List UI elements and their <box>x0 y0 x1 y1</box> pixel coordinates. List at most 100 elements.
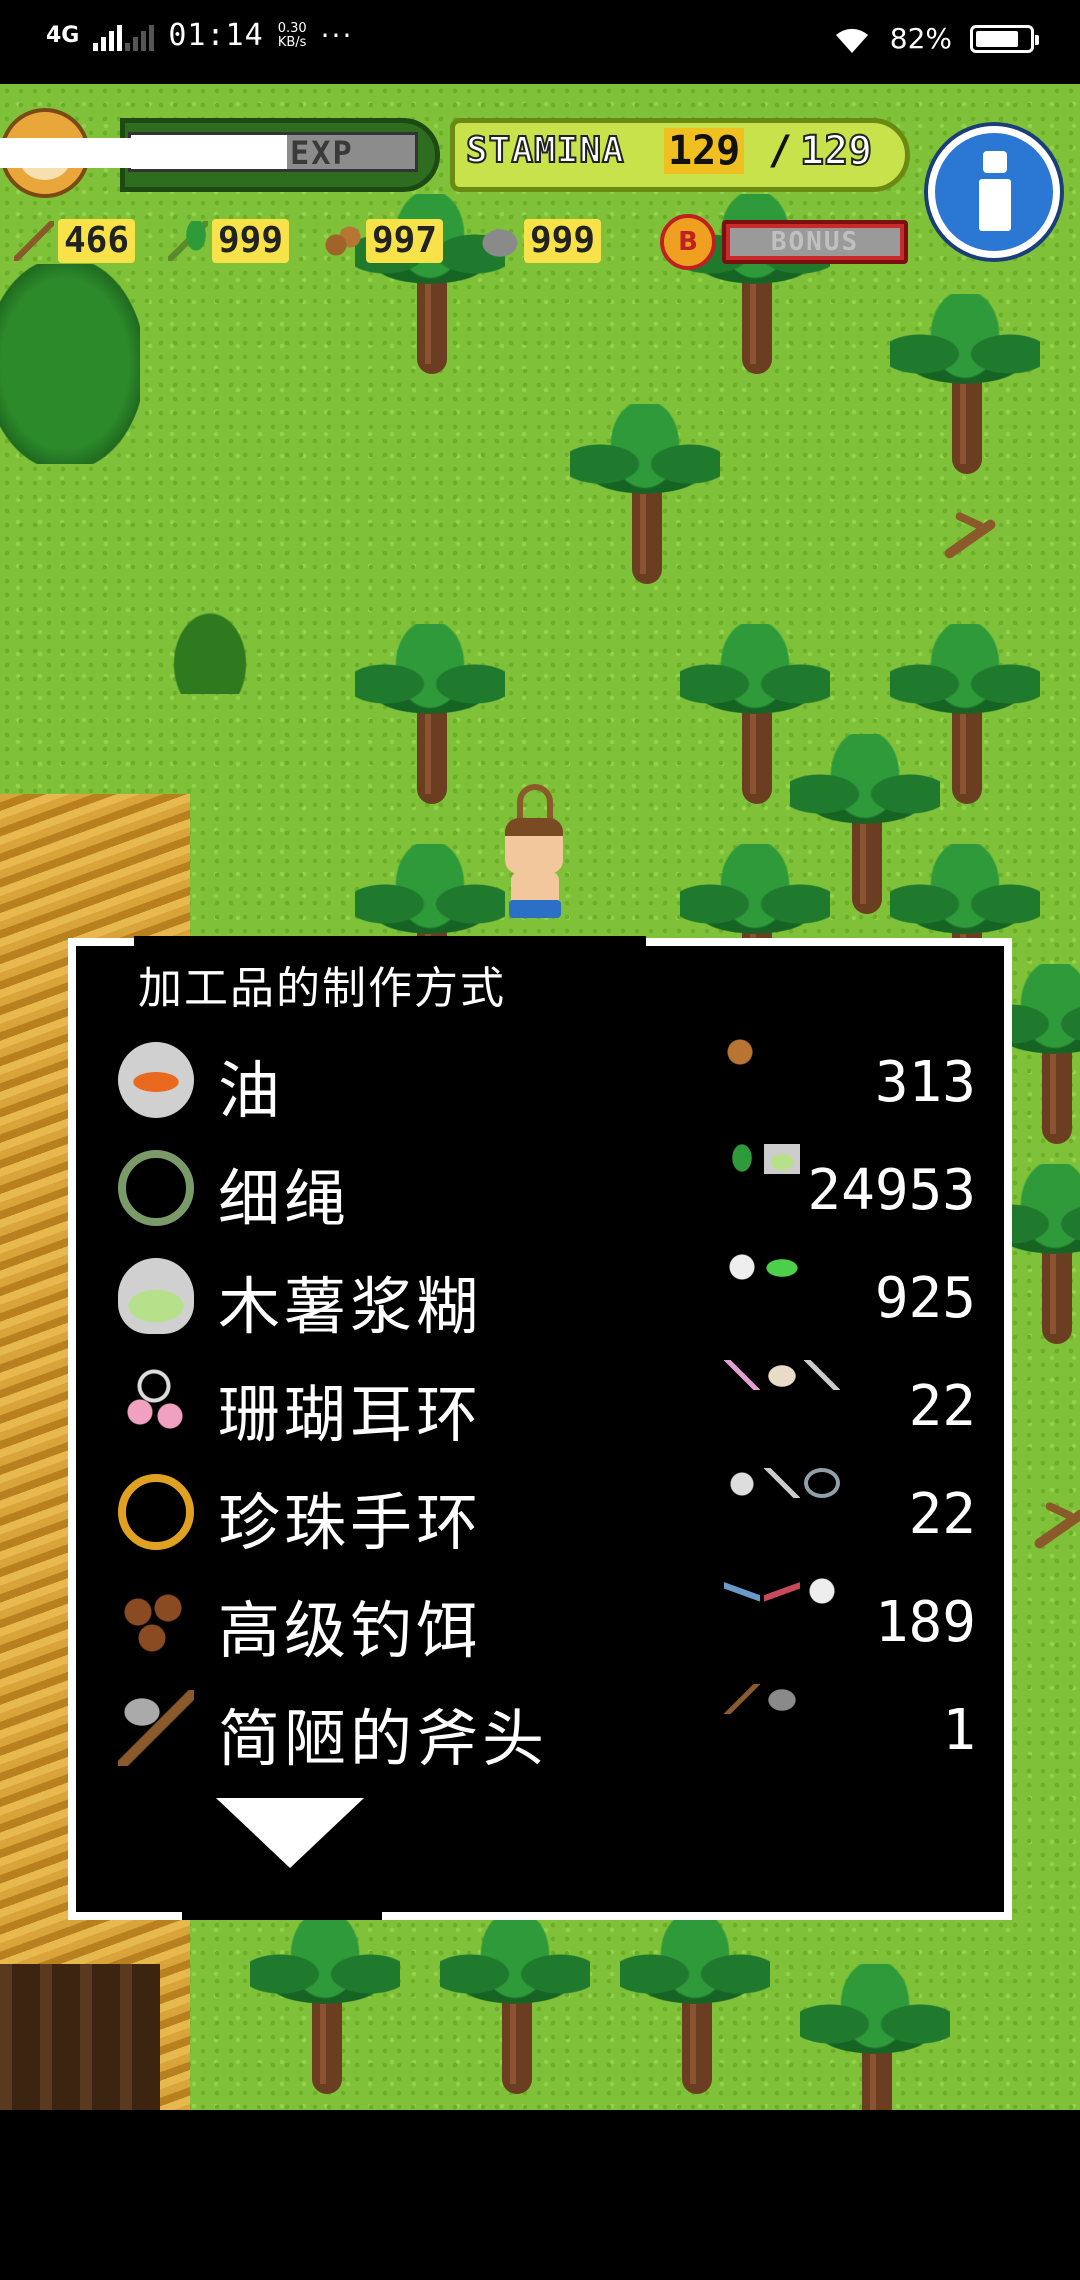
green-paste-icon <box>764 1252 800 1282</box>
battery-icon <box>970 24 1039 53</box>
recipe-materials <box>724 1468 884 1508</box>
resource-branch-count: 466 <box>58 219 136 263</box>
recipe-coral-earring[interactable]: 珊瑚耳环 22 <box>76 1350 1004 1458</box>
network-type: 4G <box>46 22 80 48</box>
palm-tree[interactable] <box>250 1914 400 2104</box>
earring-icon <box>118 1366 194 1442</box>
palm-tree[interactable] <box>620 1914 770 2104</box>
fishbone-icon <box>804 1360 840 1390</box>
battery-percent: 82% <box>889 22 952 55</box>
recipe-materials <box>724 1252 884 1292</box>
flower-icon <box>724 1252 760 1282</box>
recipe-count: 22 <box>908 1374 976 1439</box>
navigation-bar <box>0 2110 1080 2280</box>
rope-icon <box>118 1150 194 1226</box>
info-button[interactable] <box>928 126 1060 258</box>
recipe-count: 1 <box>942 1698 976 1763</box>
bonus-label: BONUS <box>730 228 900 256</box>
stamina-separator: / <box>768 128 793 174</box>
crafting-recipes-panel: 加工品的制作方式 油 313 细绳 24953 木薯浆糊 925 珊瑚耳环 22… <box>68 936 1012 1920</box>
oil-icon <box>118 1042 194 1118</box>
grass-tuft[interactable] <box>160 594 260 694</box>
recipe-cassava-paste[interactable]: 木薯浆糊 925 <box>76 1242 1004 1350</box>
palm-tree[interactable] <box>570 404 720 594</box>
status-bar: 4G 01:14 0.30 KB/s ··· 82% <box>0 0 1080 84</box>
recipe-premium-bait[interactable]: 高级钓饵 189 <box>76 1566 1004 1674</box>
more-notifications-icon: ··· <box>320 19 354 52</box>
sprout-icon <box>168 221 208 261</box>
recipe-materials <box>724 1360 884 1400</box>
bowl-icon <box>764 1144 800 1174</box>
recipe-crude-axe[interactable]: 简陋的斧头 1 <box>76 1674 1004 1782</box>
recipe-pearl-bracelet[interactable]: 珍珠手环 22 <box>76 1458 1004 1566</box>
resource-stone: 999 <box>480 216 602 266</box>
branch-icon <box>724 1684 760 1714</box>
palm-tree[interactable] <box>440 1914 590 2104</box>
bonus-coin-icon: B <box>660 214 716 270</box>
worm-icon <box>724 1576 760 1606</box>
panel-border-gap <box>182 1912 382 1920</box>
resource-nuts-count: 997 <box>366 219 444 263</box>
panel-title: 加工品的制作方式 <box>138 963 506 1014</box>
recipe-materials <box>724 1684 884 1724</box>
sprout-icon <box>724 1144 760 1174</box>
bait-icon <box>118 1582 194 1658</box>
panel-title-gap <box>134 936 646 950</box>
recipe-count: 313 <box>874 1050 976 1115</box>
branch-pickup[interactable] <box>942 517 998 561</box>
flower-icon <box>804 1576 840 1606</box>
recipe-oil[interactable]: 油 313 <box>76 1026 1004 1134</box>
bonus-button[interactable]: B BONUS <box>660 214 910 270</box>
branch-icon <box>14 221 54 261</box>
info-icon <box>983 151 1007 173</box>
network-speed-unit: KB/s <box>277 34 307 50</box>
level-label-highlight <box>0 138 250 168</box>
recipe-count: 24953 <box>807 1158 976 1223</box>
resource-sprout: 999 <box>168 216 290 266</box>
clock: 01:14 <box>168 18 264 53</box>
recipe-name: 简陋的斧头 <box>218 1702 549 1775</box>
scroll-down-arrow-icon[interactable] <box>216 1798 364 1868</box>
axe-icon <box>118 1690 194 1766</box>
battery-level <box>976 30 1018 47</box>
palm-tree[interactable] <box>800 1964 950 2110</box>
info-icon-stem <box>979 179 1011 231</box>
recipe-rope[interactable]: 细绳 24953 <box>76 1134 1004 1242</box>
recipe-materials <box>724 1576 884 1616</box>
signal-icon <box>93 21 155 51</box>
hook-icon <box>804 1468 840 1498</box>
shell-icon <box>764 1360 800 1390</box>
player-character[interactable] <box>495 784 575 924</box>
coral-icon <box>724 1360 760 1390</box>
resource-sprout-count: 999 <box>212 219 290 263</box>
palm-tree[interactable] <box>890 294 1040 484</box>
resource-branch: 466 <box>14 216 136 266</box>
bracelet-icon <box>118 1474 194 1550</box>
nut-icon <box>724 1036 760 1066</box>
recipe-count: 925 <box>874 1266 976 1331</box>
recipe-list[interactable]: 油 313 细绳 24953 木薯浆糊 925 珊瑚耳环 22 珍珠手环 22 … <box>76 1026 1004 1782</box>
resource-nuts: 997 <box>322 216 444 266</box>
hut-wall <box>0 1964 160 2110</box>
recipe-materials <box>724 1036 884 1076</box>
stamina-label: STAMINA <box>465 129 625 172</box>
palm-tree[interactable] <box>355 624 505 814</box>
recipe-name: 细绳 <box>218 1162 351 1235</box>
branch-pickup[interactable] <box>1032 1507 1080 1551</box>
stamina-max: 129 <box>799 127 873 175</box>
recipe-name: 木薯浆糊 <box>218 1270 483 1343</box>
stamina-current: 129 <box>664 128 745 174</box>
recipe-name: 珍珠手环 <box>218 1486 483 1559</box>
recipe-name: 油 <box>218 1054 285 1127</box>
pearl-icon <box>724 1468 760 1498</box>
nuts-icon <box>322 221 362 261</box>
red-worm-icon <box>764 1576 800 1606</box>
stone-icon <box>480 221 520 261</box>
network-speed: 0.30 KB/s <box>277 21 307 50</box>
recipe-count: 22 <box>908 1482 976 1547</box>
paste-icon <box>118 1258 194 1334</box>
exp-label: EXP <box>290 134 354 172</box>
fishbone-icon <box>764 1468 800 1498</box>
recipe-count: 189 <box>874 1590 976 1655</box>
resource-stone-count: 999 <box>524 219 602 263</box>
